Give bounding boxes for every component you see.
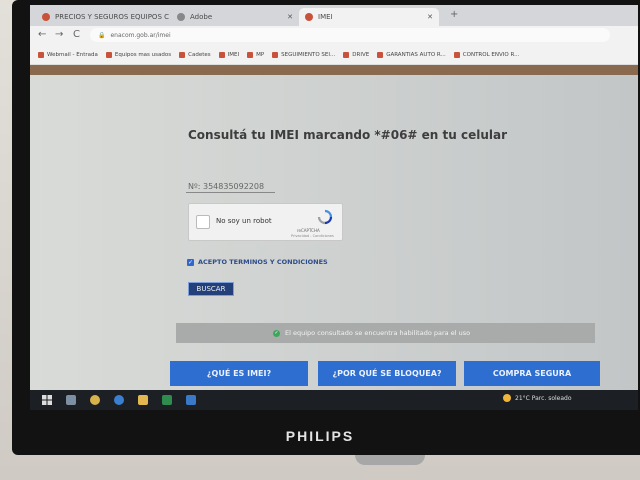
bookmark-item[interactable]: GARANTIAS AUTO R... <box>377 51 446 58</box>
status-message-bar: ✓ El equipo consultado se encuentra habi… <box>176 323 595 343</box>
bookmark-item[interactable]: IMEI <box>218 51 239 58</box>
page-title: Consultá tu IMEI marcando *#06# en tu ce… <box>188 128 508 142</box>
tab-favicon-icon <box>42 13 50 21</box>
check-circle-icon: ✓ <box>273 329 280 337</box>
bookmark-icon <box>343 51 350 58</box>
terms-checkbox-row[interactable]: ✓ ACEPTO TERMINOS Y CONDICIONES <box>187 258 328 266</box>
checkbox-checked-icon[interactable]: ✓ <box>187 258 194 266</box>
address-bar-url: enacom.gob.ar/imei <box>110 31 171 39</box>
bookmark-icon <box>377 51 384 58</box>
address-bar[interactable]: 🔒 enacom.gob.ar/imei <box>90 28 610 42</box>
chrome-icon[interactable] <box>86 391 104 409</box>
bookmark-icon <box>247 51 254 58</box>
page-content: Consultá tu IMEI marcando *#06# en tu ce… <box>30 75 638 390</box>
weather-text[interactable]: 21°C Parc. soleado <box>515 395 572 402</box>
recaptcha-logo-icon <box>317 209 333 225</box>
terms-label: ACEPTO TERMINOS Y CONDICIONES <box>198 258 328 266</box>
close-tab-icon[interactable]: ✕ <box>421 13 433 21</box>
tab-label: PRECIOS Y SEGUROS EQUIPOS C <box>55 13 170 21</box>
edge-icon[interactable] <box>110 391 128 409</box>
tab-label: Adobe <box>190 13 213 21</box>
recaptcha-brand: reCAPTCHA <box>297 228 320 233</box>
recaptcha-links[interactable]: Privacidad - Condiciones <box>291 234 334 238</box>
monitor-brand-logo: PHILIPS <box>285 428 355 444</box>
bookmark-icon <box>38 51 44 58</box>
file-icon[interactable] <box>62 391 80 409</box>
windows-start-icon[interactable] <box>38 391 56 409</box>
what-is-imei-button[interactable]: ¿QUÉ ES IMEI? <box>170 361 308 386</box>
safe-purchase-button[interactable]: COMPRA SEGURA <box>464 361 600 386</box>
excel-icon[interactable] <box>158 391 176 409</box>
lock-icon: 🔒 <box>98 31 106 39</box>
bookmarks-bar: Webmail - Entrada Equipos mas usados Cad… <box>30 45 638 65</box>
browser-tab-strip: PRECIOS Y SEGUROS EQUIPOS C ✕ Adobe ✕ IM… <box>30 5 638 26</box>
tab-label: IMEI <box>318 13 333 21</box>
why-blocked-button[interactable]: ¿POR QUÉ SE BLOQUEA? <box>318 361 456 386</box>
clock-app-icon[interactable] <box>182 391 200 409</box>
status-message: El equipo consultado se encuentra habili… <box>285 329 471 337</box>
site-header-band <box>30 65 638 75</box>
forward-icon[interactable]: → <box>55 29 63 40</box>
monitor: PRECIOS Y SEGUROS EQUIPOS C ✕ Adobe ✕ IM… <box>0 0 640 480</box>
bookmark-item[interactable]: CONTROL ENVIO R... <box>453 51 519 58</box>
bookmark-item[interactable]: MP <box>247 51 264 58</box>
bookmark-icon <box>179 51 186 58</box>
recaptcha-label: No soy un robot <box>216 217 272 225</box>
reload-icon[interactable]: C <box>73 29 80 40</box>
tab-precios[interactable]: PRECIOS Y SEGUROS EQUIPOS C ✕ <box>36 8 171 26</box>
screen: PRECIOS Y SEGUROS EQUIPOS C ✕ Adobe ✕ IM… <box>30 5 638 410</box>
tab-favicon-icon <box>177 13 185 21</box>
recaptcha-widget: No soy un robot reCAPTCHA Privacidad - C… <box>188 203 343 241</box>
bookmark-icon <box>105 51 112 58</box>
new-tab-icon[interactable]: + <box>450 9 458 20</box>
tab-adobe[interactable]: Adobe ✕ <box>171 8 299 26</box>
bookmark-item[interactable]: Equipos mas usados <box>105 51 171 58</box>
bookmark-icon <box>218 51 225 58</box>
folder-icon[interactable] <box>134 391 152 409</box>
search-button[interactable]: BUSCAR <box>188 282 234 296</box>
bookmark-item[interactable]: Cadetes <box>179 51 211 58</box>
back-icon[interactable]: ← <box>38 29 46 40</box>
bookmark-icon <box>272 51 279 58</box>
tab-imei[interactable]: IMEI ✕ <box>299 8 439 26</box>
bookmark-item[interactable]: SEGUIMIENTO SEI... <box>272 51 335 58</box>
bookmark-item[interactable]: DRIVE <box>343 51 369 58</box>
monitor-stand <box>355 455 425 465</box>
bookmark-icon <box>453 51 460 58</box>
weather-sun-icon <box>503 394 511 402</box>
system-tray: 21°C Parc. soleado <box>503 394 572 402</box>
tab-favicon-icon <box>305 13 313 21</box>
recaptcha-checkbox[interactable] <box>196 215 210 229</box>
imei-input[interactable] <box>186 180 275 193</box>
windows-taskbar: 21°C Parc. soleado <box>30 390 638 410</box>
bookmark-item[interactable]: Webmail - Entrada <box>38 51 98 58</box>
browser-toolbar: ← → C 🔒 enacom.gob.ar/imei <box>30 26 638 45</box>
close-tab-icon[interactable]: ✕ <box>281 13 293 21</box>
